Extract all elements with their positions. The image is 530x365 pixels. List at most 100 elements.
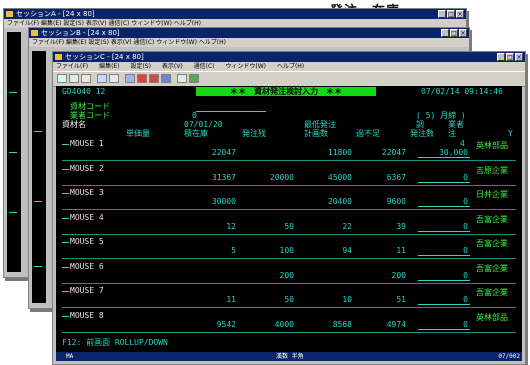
status-bar: MA 漢数 半角 07/002 xyxy=(56,352,522,361)
cell-item-name: MOUSE 5 xyxy=(70,237,104,246)
order-qty-input-line xyxy=(418,279,470,281)
cell-vendor: 英林部品 xyxy=(476,312,508,322)
menu-view[interactable]: 表示(V) xyxy=(162,63,183,70)
window-title: セッションB - [24 x 80] xyxy=(41,29,120,37)
row-divider xyxy=(62,184,516,186)
minimize-icon[interactable]: _ xyxy=(438,10,446,18)
cell-shortage: 39 xyxy=(396,221,406,231)
cell-order-qty[interactable]: 0 xyxy=(463,173,468,182)
row-divider xyxy=(62,160,516,161)
cell-stock: 31367 xyxy=(211,172,236,182)
menu-file[interactable]: ファイル(F) xyxy=(56,63,88,70)
close-icon[interactable]: × xyxy=(459,29,467,37)
session-window-main[interactable]: セッションC - [24 x 80] _ □ × ファイル(F) 編集(E) 設… xyxy=(52,51,526,365)
order-qty-input-line xyxy=(418,230,470,232)
cell-shortage: 51 xyxy=(396,295,406,304)
row-divider xyxy=(62,233,516,235)
window-title: セッションA - [24 x 80] xyxy=(16,10,95,18)
settings-icon[interactable] xyxy=(177,74,187,83)
cell-order-qty[interactable]: 0 xyxy=(463,271,468,280)
cell-vendor: 日井企業 xyxy=(476,190,508,199)
menu-help[interactable]: ヘルプ(H) xyxy=(277,63,304,70)
row-divider xyxy=(62,209,516,210)
col-ordered: 発注残 xyxy=(242,129,266,138)
cell-ordered: 100 xyxy=(279,246,294,255)
app-icon xyxy=(31,30,38,36)
row-select-marker[interactable] xyxy=(62,168,69,170)
field1-label: 資材コード xyxy=(70,102,110,111)
order-qty-input-line xyxy=(418,157,470,158)
row-select-marker[interactable] xyxy=(62,266,69,268)
terminal-screen[interactable]: GD4040 12 ＊＊ 資材発注検討入力 ＊＊ 07/02/14 09:14:… xyxy=(56,86,522,361)
row-select-marker[interactable] xyxy=(62,291,69,292)
cell-shortage: 6367 xyxy=(386,172,406,182)
macro-icon[interactable] xyxy=(125,74,135,83)
order-qty-input-line xyxy=(418,255,470,256)
minimize-icon[interactable]: _ xyxy=(441,29,449,37)
menu-settings[interactable]: 設定(S) xyxy=(130,63,151,70)
print-icon[interactable] xyxy=(81,74,91,83)
stop-icon[interactable] xyxy=(149,74,159,83)
menu-comm[interactable]: 通信(C) xyxy=(194,63,215,70)
col-y: Y xyxy=(508,129,513,138)
row-select-marker[interactable] xyxy=(62,193,69,194)
col-date: 07/01/20 xyxy=(184,120,223,129)
minimize-icon[interactable]: _ xyxy=(497,53,505,61)
status-right: 07/002 xyxy=(498,353,520,360)
cell-vendor: 吉原企業 xyxy=(476,165,508,175)
title-bar[interactable]: セッションA - [24 x 80] _ □ × xyxy=(4,9,466,19)
cell-vendor: 吾富企業 xyxy=(476,239,508,248)
title-bar[interactable]: セッションB - [24 x 80] _ □ × xyxy=(29,28,469,38)
cell-order-qty[interactable]: 0 xyxy=(463,246,468,255)
row-select-marker[interactable] xyxy=(62,242,69,243)
field1-input[interactable] xyxy=(196,111,266,112)
cell-vendor: 英林部品 xyxy=(476,141,508,150)
cell-order-qty[interactable]: 0 xyxy=(463,320,468,329)
cell-stock: 5 xyxy=(231,246,236,255)
paste-icon[interactable] xyxy=(109,74,119,83)
row-select-marker[interactable] xyxy=(62,144,69,145)
cell-planned: 11800 xyxy=(327,148,352,157)
col-order-qty: 発注数 xyxy=(410,129,434,138)
maximize-icon[interactable]: □ xyxy=(506,53,514,61)
record-icon[interactable] xyxy=(137,74,147,83)
col-vendor-code: 注 xyxy=(448,129,456,138)
cell-planned: 94 xyxy=(342,246,352,255)
cell-planned: 22 xyxy=(342,221,352,231)
cell-order-qty[interactable]: 0 xyxy=(463,295,468,304)
connect-icon[interactable] xyxy=(57,74,67,83)
menu-bar: ファイル(F) 編集(E) 設定(S) 表示(V) 通信(C) ウィンドウ(W)… xyxy=(53,62,525,71)
close-icon[interactable]: × xyxy=(515,53,523,61)
order-qty-input-line xyxy=(418,181,470,183)
cell-vendor: 吾富企業 xyxy=(476,214,508,224)
row-select-marker[interactable] xyxy=(62,315,69,317)
menu-edit[interactable]: 編集(E) xyxy=(99,63,119,70)
cell-order-qty[interactable]: 30,000 xyxy=(439,148,468,157)
cell-ordered: 20000 xyxy=(269,172,294,182)
col-planned: 計画数 xyxy=(304,129,328,138)
cell-order-qty[interactable]: 0 xyxy=(463,222,468,231)
maximize-icon[interactable]: □ xyxy=(450,29,458,37)
row-select-marker[interactable] xyxy=(62,217,69,219)
cell-shortage: 9600 xyxy=(386,197,406,206)
maximize-icon[interactable]: □ xyxy=(447,10,455,18)
window-title: セッションC - [24 x 80] xyxy=(65,53,144,61)
title-bar[interactable]: セッションC - [24 x 80] _ □ × xyxy=(53,52,525,62)
cell-shortage: 4974 xyxy=(386,319,406,329)
cell-order-qty[interactable]: 0 xyxy=(463,197,468,206)
row-divider xyxy=(62,258,516,259)
disconnect-icon[interactable] xyxy=(69,74,79,83)
menu-window[interactable]: ウィンドウ(W) xyxy=(225,63,266,70)
cell-ordered: 200 xyxy=(279,270,294,280)
help-icon[interactable] xyxy=(189,74,199,83)
date-time: 07/02/14 09:14:46 xyxy=(421,87,503,96)
col-recent-order: 最低発注 xyxy=(304,120,336,129)
cell-shortage: 200 xyxy=(391,270,406,280)
close-icon[interactable]: × xyxy=(456,10,464,18)
menu-bar[interactable]: ファイル(F) 編集(E) 設定(S) 表示(V) 通信(C) ウィンドウ(W)… xyxy=(29,38,469,47)
function-keys: F12: 前画面 ROLLUP/DOWN xyxy=(62,338,168,347)
play-icon[interactable] xyxy=(161,74,171,83)
copy-icon[interactable] xyxy=(97,74,107,83)
cell-stock: 22047 xyxy=(211,148,236,157)
field2-value[interactable]: 0 xyxy=(192,111,197,120)
